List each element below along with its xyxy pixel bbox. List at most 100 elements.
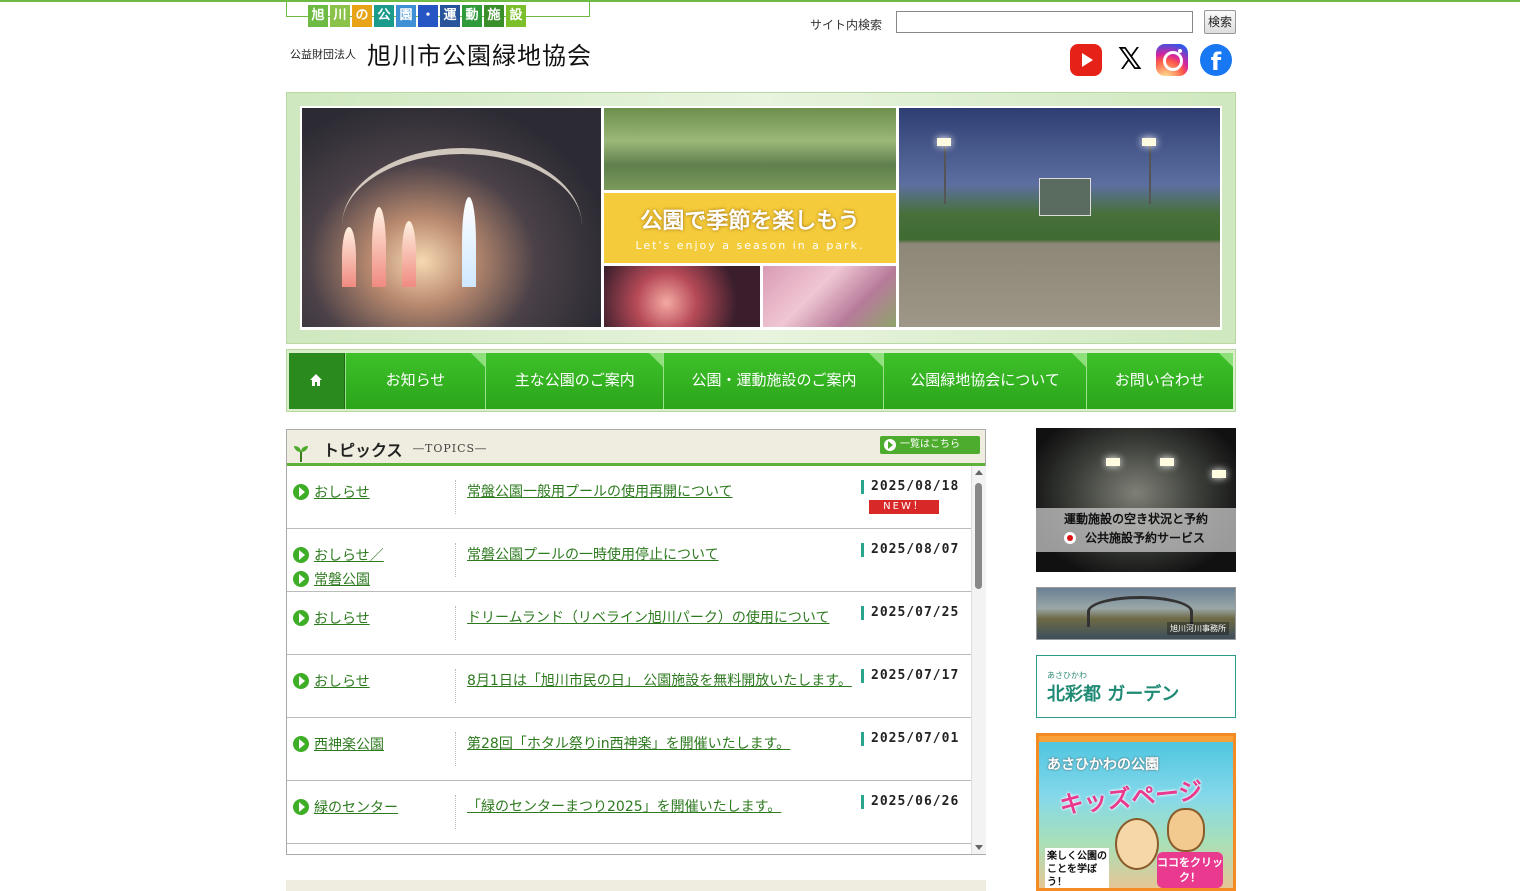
topic-date: 2025/06/26 xyxy=(861,795,959,809)
topics-list: おしらせ 常盤公園一般用プールの使用再開について 2025/08/18 NEW！ おしら… xyxy=(287,466,971,854)
character-boy-icon xyxy=(1167,808,1205,852)
japan-flag-icon xyxy=(1064,532,1076,544)
category-link[interactable]: 西神楽公園 xyxy=(314,734,384,754)
cherry-blossom-photo xyxy=(763,266,896,327)
search-button[interactable]: 検索 xyxy=(1204,10,1236,34)
arrow-circle-icon xyxy=(293,736,309,752)
arrow-circle-icon xyxy=(293,799,309,815)
column-divider xyxy=(455,795,457,829)
topic-date: 2025/07/17 xyxy=(861,669,959,683)
arrow-circle-icon xyxy=(293,610,309,626)
category-line: 常磐公園 xyxy=(293,567,453,591)
home-icon xyxy=(310,374,322,386)
kids-page-banner[interactable]: あさひかわの公園 キッズページ 楽しく公園のことを学ぼう！ ココをクリック！ xyxy=(1036,733,1236,891)
character-owl-icon xyxy=(1115,818,1159,870)
nav-item-about[interactable]: 公園緑地協会について xyxy=(883,353,1086,409)
topic-link[interactable]: 第28回「ホタル祭りin西神楽」を開催いたします。 xyxy=(467,736,790,752)
nav-item-facilities[interactable]: 公園・運動施設のご案内 xyxy=(663,353,884,409)
scroll-up-icon[interactable] xyxy=(975,470,983,475)
x-icon[interactable]: 𝕏 xyxy=(1114,44,1146,76)
view-all-label: 一覧はこちら xyxy=(900,439,960,450)
topic-link[interactable]: 8月1日は「旭川市民の日」 公園施設を無料開放いたします。 xyxy=(467,673,852,689)
search-input[interactable] xyxy=(896,11,1193,33)
category-link[interactable]: おしらせ xyxy=(314,608,370,628)
facility-reservation-banner[interactable]: 運動施設の空き状況と予約 公共施設予約サービス xyxy=(1036,428,1236,572)
topic-row: おしらせ／ 常磐公園 常磐公園プールの一時使用停止について 2025/08/07 xyxy=(287,529,971,592)
nav-item-contact[interactable]: お問い合わせ xyxy=(1085,353,1234,409)
global-nav: お知らせ 主な公園のご案内 公園・運動施設のご案内 公園緑地協会について お問い… xyxy=(286,349,1236,412)
facebook-icon[interactable]: f xyxy=(1200,44,1232,76)
sprout-icon xyxy=(294,446,308,462)
topics-title: トピックス xyxy=(323,441,403,460)
tagline-char: 運 xyxy=(440,5,460,27)
topic-link[interactable]: ドリームランド（リベライン旭川パーク）の使用について xyxy=(467,610,829,626)
topic-date: 2025/07/01 xyxy=(861,732,959,746)
category-line: おしらせ xyxy=(293,606,453,630)
instagram-icon[interactable] xyxy=(1156,44,1188,76)
column-divider xyxy=(455,543,457,577)
kids-click-label: ココをクリック！ xyxy=(1157,852,1223,888)
column-divider xyxy=(455,669,457,703)
snow-candle-photo xyxy=(604,266,760,327)
garden-name: 北彩都 ガーデン xyxy=(1047,684,1180,705)
topic-categories: おしらせ／ 常磐公園 xyxy=(293,543,453,591)
youtube-icon[interactable] xyxy=(1070,44,1102,76)
nav-home-button[interactable] xyxy=(289,353,345,409)
topic-title: ドリームランド（リベライン旭川パーク）の使用について xyxy=(467,606,829,630)
stadium-photo xyxy=(899,108,1220,327)
topic-row: 西神楽公園 第28回「ホタル祭りin西神楽」を開催いたします。 2025/07/01 xyxy=(287,718,971,781)
topic-row: おしらせ ドリームランド（リベライン旭川パーク）の使用について 2025/07/25 xyxy=(287,592,971,655)
fountain-photo xyxy=(302,108,601,327)
category-line: おしらせ xyxy=(293,480,453,504)
topic-date: 2025/08/07 xyxy=(861,543,959,557)
next-section-header xyxy=(286,880,986,891)
category-line: 緑のセンター xyxy=(293,795,453,819)
topic-link[interactable]: 常磐公園プールの一時使用停止について xyxy=(467,547,719,563)
hero-photo-collage: 公園で季節を楽しもう Let's enjoy a season in a par… xyxy=(300,106,1222,330)
topics-scrollbar[interactable] xyxy=(971,466,986,854)
tagline-char: 園 xyxy=(396,5,416,27)
topic-categories: おしらせ xyxy=(293,669,453,693)
kids-subtitle: あさひかわの公園 xyxy=(1047,757,1159,773)
banner-subtitle: Let's enjoy a season in a park. xyxy=(635,239,865,252)
column-divider xyxy=(455,480,457,514)
scroll-thumb[interactable] xyxy=(975,483,982,589)
reservation-caption: 運動施設の空き状況と予約 公共施設予約サービス xyxy=(1036,508,1236,552)
category-line: おしらせ xyxy=(293,669,453,693)
search-label: サイト内検索 xyxy=(810,18,883,32)
category-link[interactable]: 常磐公園 xyxy=(314,569,370,589)
tagline-char: 動 xyxy=(462,5,482,27)
category-link[interactable]: おしらせ／ xyxy=(314,545,384,565)
pond-photo xyxy=(604,108,896,190)
category-link[interactable]: 緑のセンター xyxy=(314,797,398,817)
new-badge: NEW！ xyxy=(869,500,939,514)
scroll-down-icon[interactable] xyxy=(975,845,983,850)
tagline-char: ・ xyxy=(418,5,438,27)
nav-item-parks[interactable]: 主な公園のご案内 xyxy=(485,353,664,409)
river-office-banner[interactable]: 旭川河川事務所 xyxy=(1036,587,1236,640)
topics-panel: トピックス ―TOPICS― 一覧はこちら おしらせ 常盤公園一般用プールの使用再… xyxy=(286,429,986,855)
site-logo-title[interactable]: 旭川市公園緑地協会 xyxy=(367,36,592,71)
kitasaito-garden-banner[interactable]: あさひかわ 北彩都 ガーデン xyxy=(1036,655,1236,718)
nav-item-news[interactable]: お知らせ xyxy=(344,353,486,409)
category-link[interactable]: おしらせ xyxy=(314,482,370,502)
topic-title: 第28回「ホタル祭りin西神楽」を開催いたします。 xyxy=(467,732,790,756)
topic-title: 常磐公園プールの一時使用停止について xyxy=(467,543,719,567)
topic-link[interactable]: 「緑のセンターまつり2025」を開催いたします。 xyxy=(467,799,781,815)
tagline-char: 川 xyxy=(330,5,350,27)
topic-title: 「緑のセンターまつり2025」を開催いたします。 xyxy=(467,795,781,819)
arrow-circle-icon xyxy=(293,547,309,563)
tagline-char: 施 xyxy=(484,5,504,27)
topic-link[interactable]: 常盤公園一般用プールの使用再開について xyxy=(467,484,733,500)
topic-date: 2025/07/25 xyxy=(861,606,959,620)
view-all-button[interactable]: 一覧はこちら xyxy=(880,436,980,454)
banner-title: 公園で季節を楽しもう xyxy=(640,209,860,234)
river-office-label: 旭川河川事務所 xyxy=(1167,622,1229,635)
topic-categories: 緑のセンター xyxy=(293,795,453,819)
topic-categories: おしらせ xyxy=(293,480,453,504)
arrow-circle-icon xyxy=(293,484,309,500)
topic-row: 緑のセンター 「緑のセンターまつり2025」を開催いたします。 2025/06/26 xyxy=(287,781,971,844)
category-link[interactable]: おしらせ xyxy=(314,671,370,691)
reservation-line1: 運動施設の空き状況と予約 xyxy=(1063,512,1208,526)
column-divider xyxy=(455,732,457,766)
